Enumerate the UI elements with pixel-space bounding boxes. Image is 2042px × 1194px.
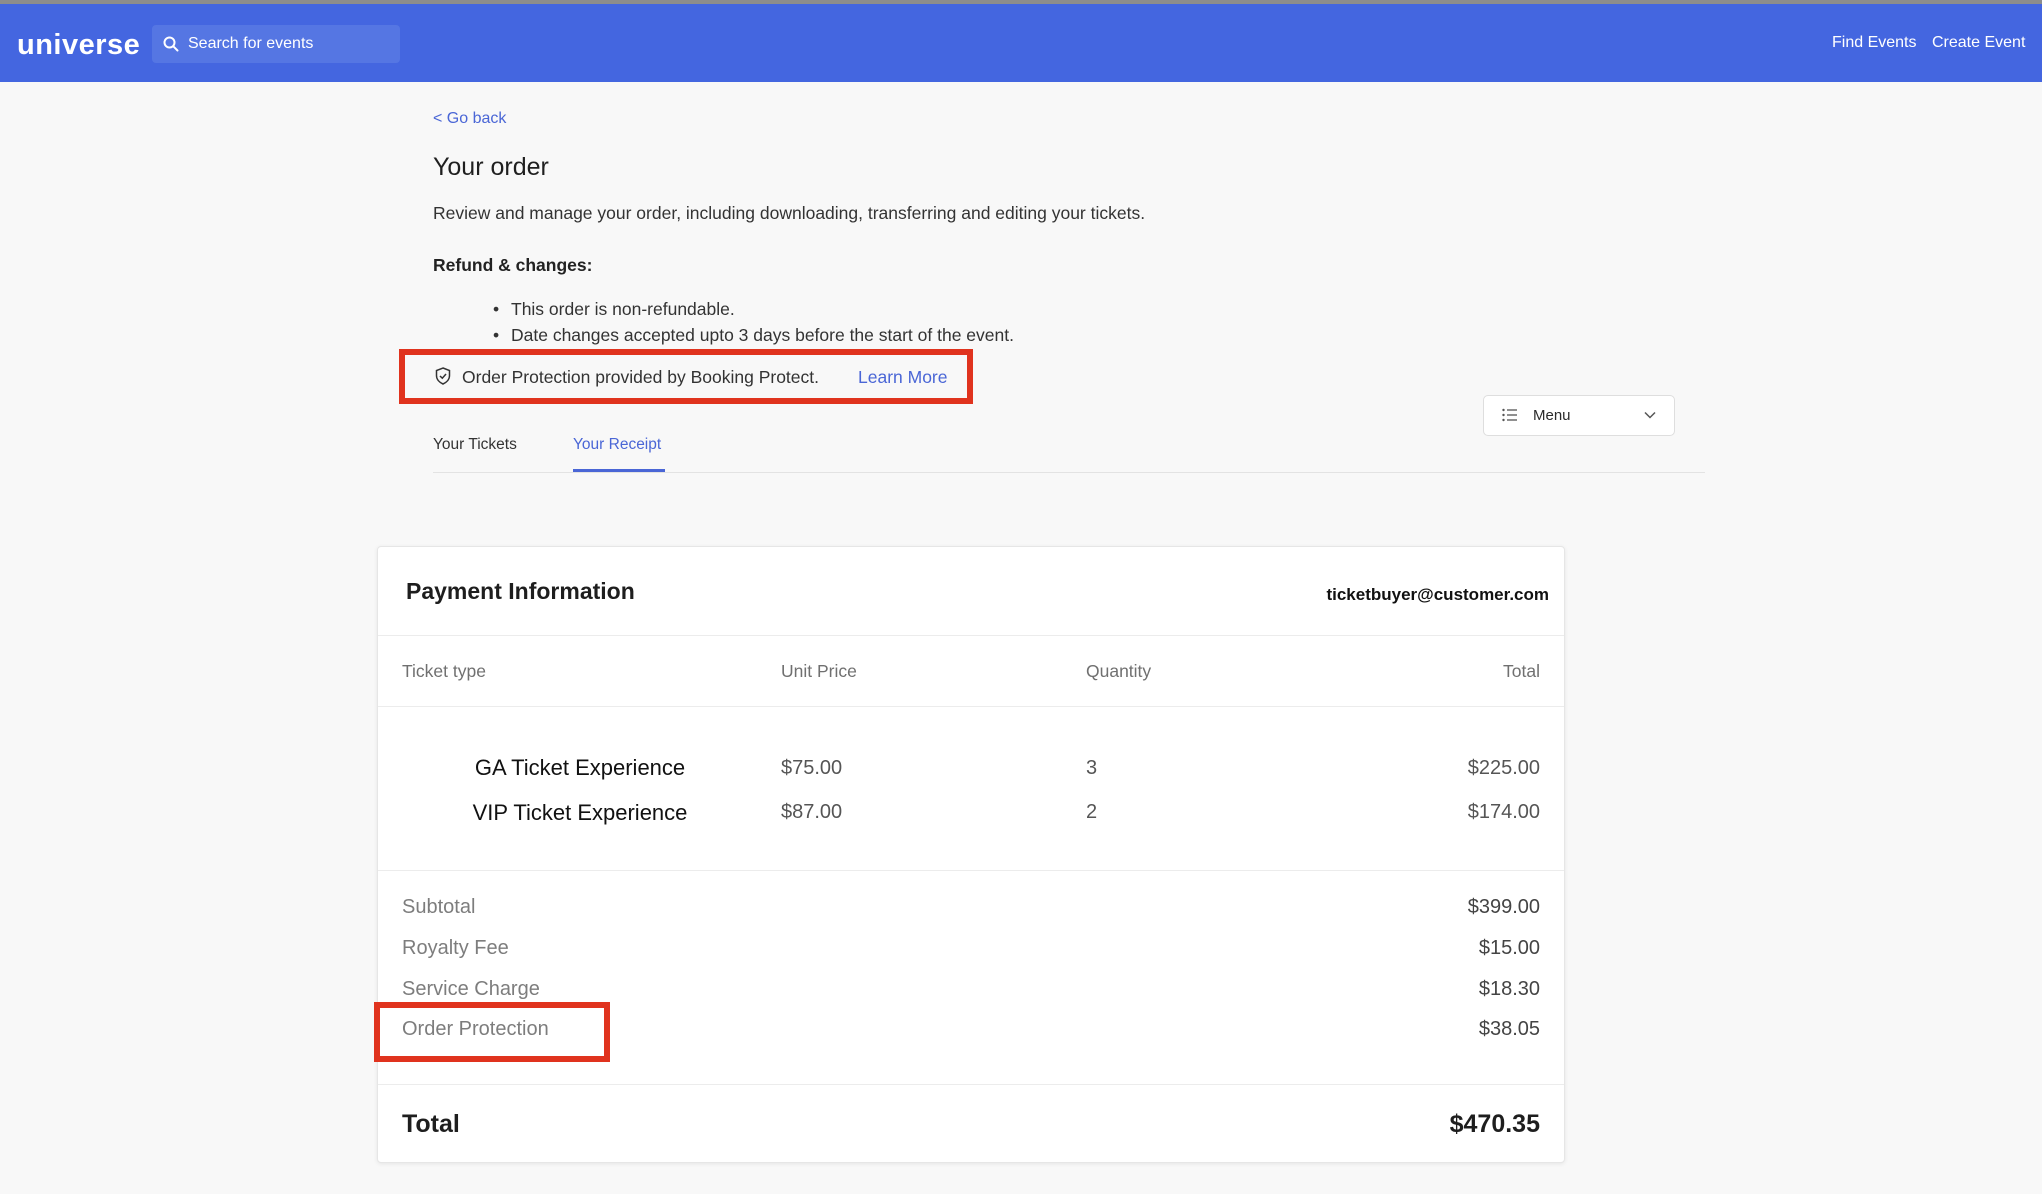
column-header-ticket-type: Ticket type bbox=[402, 661, 486, 681]
royalty-fee-label: Royalty Fee bbox=[402, 937, 509, 959]
search-placeholder: Search for events bbox=[188, 35, 314, 52]
divider bbox=[378, 1084, 1564, 1085]
order-intro-text: Review and manage your order, including … bbox=[433, 203, 1146, 223]
tab-your-tickets[interactable]: Your Tickets bbox=[433, 436, 517, 454]
unit-price-cell: $87.00 bbox=[781, 801, 843, 823]
top-navbar: universe Search for events Find Events C… bbox=[0, 4, 2042, 82]
policy-item: Date changes accepted upto 3 days before… bbox=[493, 322, 1014, 348]
column-header-unit-price: Unit Price bbox=[781, 661, 857, 681]
order-protection-value: $38.05 bbox=[1478, 1018, 1540, 1040]
policy-item: This order is non-refundable. bbox=[493, 296, 1014, 322]
service-charge-value: $18.30 bbox=[1478, 978, 1540, 1000]
unit-price-cell: $75.00 bbox=[781, 757, 843, 779]
order-protection-fee-highlight-box bbox=[374, 1002, 610, 1062]
column-header-quantity: Quantity bbox=[1086, 661, 1152, 681]
page-title: Your order bbox=[433, 153, 549, 181]
service-charge-label: Service Charge bbox=[402, 978, 540, 1000]
tab-your-receipt[interactable]: Your Receipt bbox=[573, 436, 661, 454]
divider bbox=[378, 706, 1564, 707]
divider bbox=[378, 635, 1564, 636]
total-label: Total bbox=[402, 1110, 460, 1138]
quantity-cell: 2 bbox=[1086, 801, 1098, 823]
subtotal-value: $399.00 bbox=[1467, 896, 1540, 918]
refund-policy-list: This order is non-refundable. Date chang… bbox=[493, 296, 1014, 348]
menu-dropdown[interactable]: Menu bbox=[1483, 395, 1675, 436]
refund-heading: Refund & changes: bbox=[433, 255, 593, 275]
ticket-type-cell: GA Ticket Experience bbox=[474, 755, 686, 780]
row-total-cell: $174.00 bbox=[1467, 801, 1540, 823]
total-value: $470.35 bbox=[1449, 1110, 1540, 1138]
universe-logo[interactable]: universe bbox=[17, 29, 140, 62]
find-events-link[interactable]: Find Events bbox=[1832, 34, 1916, 52]
ticket-type-cell: VIP Ticket Experience bbox=[472, 800, 688, 825]
customer-email: ticketbuyer@customer.com bbox=[1326, 585, 1549, 604]
shield-check-icon bbox=[435, 367, 451, 385]
search-icon bbox=[163, 36, 179, 52]
divider bbox=[378, 870, 1564, 871]
payment-information-card bbox=[377, 546, 1565, 1163]
menu-label: Menu bbox=[1533, 407, 1571, 424]
order-protection-text: Order Protection provided by Booking Pro… bbox=[462, 367, 819, 387]
column-header-total: Total bbox=[1503, 661, 1540, 681]
tabs-divider bbox=[433, 472, 1705, 473]
learn-more-link[interactable]: Learn More bbox=[858, 367, 948, 388]
chevron-down-icon bbox=[1644, 411, 1656, 419]
quantity-cell: 3 bbox=[1086, 757, 1098, 779]
subtotal-label: Subtotal bbox=[402, 896, 476, 918]
go-back-link[interactable]: < Go back bbox=[433, 110, 506, 128]
royalty-fee-value: $15.00 bbox=[1478, 937, 1540, 959]
search-input[interactable]: Search for events bbox=[152, 25, 400, 63]
create-event-link[interactable]: Create Event bbox=[1932, 34, 2025, 52]
payment-information-title: Payment Information bbox=[406, 578, 635, 604]
row-total-cell: $225.00 bbox=[1467, 757, 1540, 779]
list-icon bbox=[1502, 408, 1517, 422]
